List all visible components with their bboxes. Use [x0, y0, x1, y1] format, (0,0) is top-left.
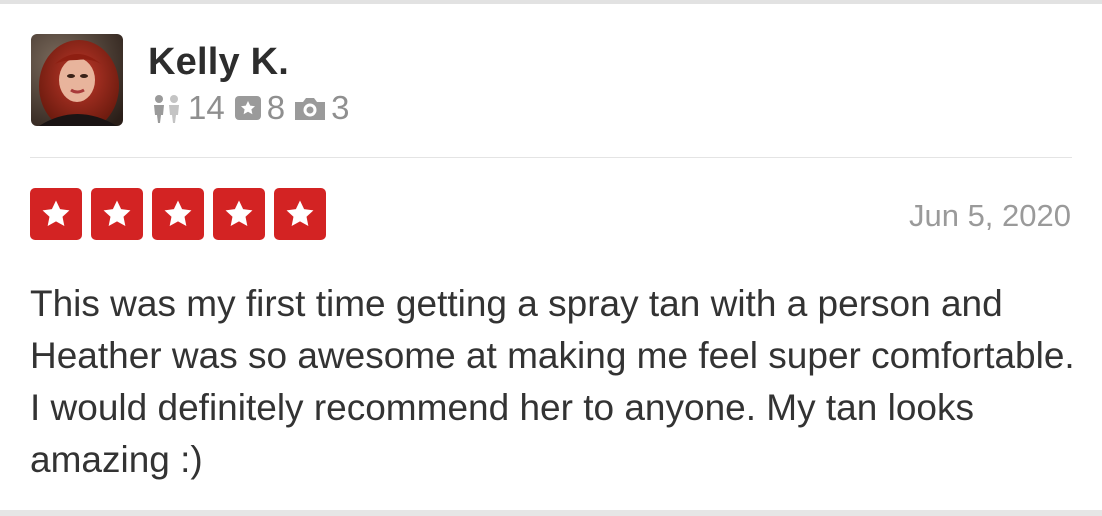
review-star-icon — [234, 96, 261, 120]
divider — [30, 157, 1072, 158]
user-stats: 14 8 3 — [150, 90, 357, 126]
friends-count: 14 — [188, 89, 225, 126]
star-box — [152, 188, 204, 240]
bottom-separator — [0, 510, 1102, 516]
star-icon — [103, 200, 131, 227]
star-box — [213, 188, 265, 240]
star-box — [30, 188, 82, 240]
review-date: Jun 5, 2020 — [908, 198, 1071, 233]
avatar-photo — [31, 34, 123, 126]
reviews-stat: 8 — [233, 90, 285, 126]
avatar[interactable] — [31, 34, 123, 126]
user-name[interactable]: Kelly K. — [148, 40, 289, 84]
review-text: This was my first time getting a spray t… — [30, 283, 1075, 480]
friends-stat: 14 — [150, 90, 225, 126]
star-box — [91, 188, 143, 240]
review-card: Kelly K. 14 8 3 Jun 5, 2020 This was my … — [0, 4, 1102, 510]
star-icon — [286, 200, 314, 227]
star-icon — [164, 200, 192, 227]
star-rating — [30, 188, 326, 240]
star-box — [274, 188, 326, 240]
friends-icon — [154, 95, 179, 123]
photos-count: 3 — [331, 89, 350, 126]
star-icon — [225, 200, 253, 227]
camera-icon — [295, 98, 326, 120]
reviews-count: 8 — [266, 89, 286, 126]
star-icon — [42, 200, 70, 227]
photos-stat: 3 — [293, 90, 349, 126]
